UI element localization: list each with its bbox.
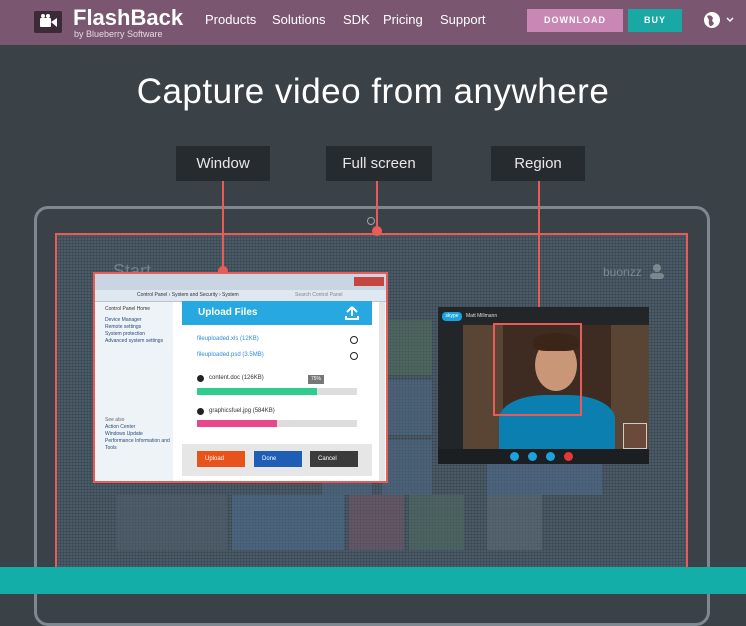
sidebar-item[interactable]: System protection [95,331,173,338]
region-connector-line [538,181,540,324]
tile [349,495,404,550]
sidebar-item[interactable]: Windows Update [95,431,173,438]
brand-subtitle: by Blueberry Software [74,29,163,39]
remove-file-icon[interactable] [350,352,358,360]
tile [382,380,432,435]
sidebar-item[interactable]: Action Center [95,424,173,431]
bottom-banner [0,567,746,594]
language-globe-icon[interactable] [703,11,735,31]
upload-files-header: Upload Files [182,301,372,325]
hang-up-icon[interactable] [564,452,573,461]
progress-bar [197,388,357,395]
nav-support[interactable]: Support [440,12,486,28]
tile [232,495,344,550]
upload-files-title: Upload Files [198,307,258,318]
mode-window-label: Window [176,146,270,181]
sidebar-item[interactable]: Performance Information and Tools [95,438,173,452]
control-panel-sidebar: Control Panel Home Device Manager Remote… [95,302,173,481]
video-toggle-icon[interactable] [510,452,519,461]
progress-fill [197,420,277,427]
mode-fullscreen-label: Full screen [326,146,432,181]
scrollbar[interactable] [379,302,385,481]
uploaded-file[interactable]: fileuploaded.psd (3.5MB) [197,352,264,358]
uploaded-file[interactable]: fileuploaded.xls (12KB) [197,336,259,342]
upload-icon[interactable] [344,305,360,321]
microphone-icon[interactable] [528,452,537,461]
call-controls [438,449,649,464]
nav-sdk[interactable]: SDK [343,12,370,28]
buy-button[interactable]: BUY [628,9,682,32]
mode-region-label: Region [491,146,585,181]
tile [487,495,542,550]
upload-footer: Upload Done Cancel [182,444,372,476]
progress-percent: 75% [308,375,324,384]
top-navbar: FlashBack by Blueberry Software Products… [0,0,746,45]
nav-pricing[interactable]: Pricing [383,12,423,28]
uploading-file: content.doc (126KB) [209,375,264,381]
region-capture-box[interactable] [493,323,582,416]
start-user-label: buonzz [603,265,642,279]
tile [382,440,432,495]
nav-solutions[interactable]: Solutions [272,12,325,28]
hero-headline: Capture video from anywhere [136,72,610,111]
sidebar-item[interactable]: Device Manager [95,317,173,324]
self-view-thumbnail[interactable] [623,423,647,449]
address-text: Control Panel › System and Security › Sy… [137,292,239,298]
window-connector-line [222,181,224,272]
fullscreen-connector-dot [372,226,382,236]
see-also-label: See also [105,417,125,423]
skype-logo: skype [442,312,462,321]
close-icon[interactable] [354,277,384,286]
brand-name[interactable]: FlashBack [73,6,183,30]
sidebar-item[interactable]: Advanced system settings [95,338,173,345]
user-icon [650,264,664,279]
sidebar-home[interactable]: Control Panel Home [95,306,173,313]
tile [382,320,432,375]
upload-button[interactable]: Upload [197,451,245,467]
captured-window: Control Panel › System and Security › Sy… [93,272,388,483]
chat-icon[interactable] [546,452,555,461]
done-button[interactable]: Done [254,451,302,467]
remove-file-icon[interactable] [350,336,358,344]
sidebar-item[interactable]: Remote settings [95,324,173,331]
tile [409,495,464,550]
uploading-icon [197,375,204,382]
uploading-file: graphicsfuel.jpg (584KB) [209,408,275,414]
fullscreen-connector-line [376,181,378,231]
progress-fill [197,388,317,395]
flashback-logo-icon[interactable] [34,11,62,33]
search-field[interactable]: Search Control Panel [295,292,343,298]
nav-products[interactable]: Products [205,12,256,28]
download-button[interactable]: DOWNLOAD [527,9,623,32]
uploading-icon [197,408,204,415]
progress-bar [197,420,357,427]
cancel-button[interactable]: Cancel [310,451,358,467]
tile [117,495,227,550]
webcam-icon [367,217,375,225]
window-titlebar [95,274,386,290]
